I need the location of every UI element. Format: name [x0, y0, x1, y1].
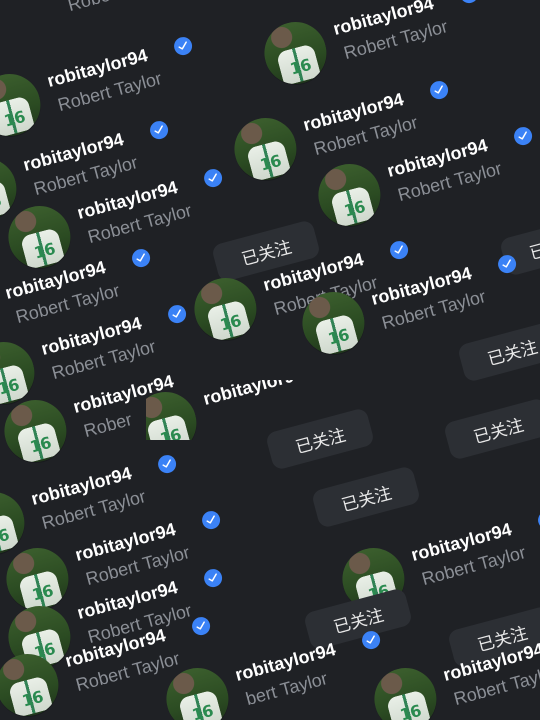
- followed-button[interactable]: 已关注: [456, 319, 540, 383]
- followed-button[interactable]: 已关注: [310, 465, 422, 529]
- verified-check-icon: [496, 253, 519, 276]
- collage-canvas: robitaylor94 Robert Taylor robitaylor94 …: [0, 0, 540, 720]
- verified-check-icon: [512, 125, 535, 148]
- verified-check-icon: [360, 629, 383, 652]
- verified-check-icon: [166, 303, 189, 326]
- username: robitaylor94: [201, 380, 306, 410]
- verified-check-icon: [458, 0, 481, 6]
- followed-button[interactable]: 已关注: [442, 397, 540, 461]
- avatar: [0, 647, 66, 720]
- verified-check-icon: [190, 615, 213, 638]
- verified-check-icon: [156, 453, 179, 476]
- verified-check-icon: [130, 247, 153, 270]
- avatar: [0, 393, 74, 470]
- verified-check-icon: [148, 119, 171, 142]
- verified-check-icon: [172, 35, 195, 58]
- display-name: Robert Taylor: [66, 0, 175, 16]
- avatar: [146, 385, 204, 440]
- verified-check-icon: [536, 509, 540, 532]
- verified-check-icon: [388, 239, 411, 262]
- avatar: [257, 15, 334, 92]
- user-card[interactable]: robitaylor94 Robert Taylor: [257, 0, 516, 95]
- verified-check-icon: [428, 79, 451, 102]
- verified-check-icon: [202, 167, 225, 190]
- avatar: [0, 67, 48, 144]
- verified-check-icon: [200, 509, 223, 532]
- verified-check-icon: [202, 567, 225, 590]
